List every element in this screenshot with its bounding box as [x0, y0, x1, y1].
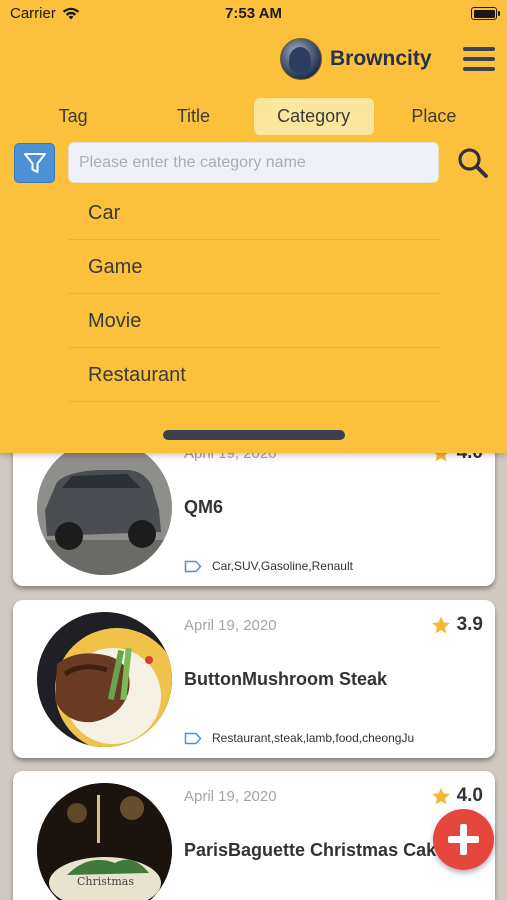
tab-tag[interactable]: Tag: [13, 98, 133, 135]
category-item-game[interactable]: Game: [68, 240, 440, 294]
category-item-restaurant[interactable]: Restaurant: [68, 348, 440, 402]
post-title: ParisBaguette Christmas Cake: [184, 840, 447, 860]
svg-text:Christmas: Christmas: [77, 875, 134, 888]
filter-icon: [23, 153, 46, 173]
user-profile[interactable]: Browncity: [280, 38, 432, 80]
post-card[interactable]: April 19, 2020 3.9 ButtonMushroom Steak …: [13, 600, 495, 758]
tab-title[interactable]: Title: [133, 98, 253, 135]
post-photo: Christmas: [37, 783, 172, 900]
search-type-tabs: Tag Title Category Place: [13, 98, 494, 135]
battery-icon: [471, 7, 500, 20]
post-title: ButtonMushroom Steak: [184, 669, 388, 689]
post-photo: [37, 440, 172, 575]
tags-text: Car,SUV,Gasoline,Renault: [212, 559, 353, 573]
panel-drag-handle[interactable]: [163, 430, 345, 440]
add-post-button[interactable]: [433, 809, 494, 870]
post-rating: 3.9: [431, 614, 483, 636]
star-icon: [431, 616, 450, 634]
post-tags: Car,SUV,Gasoline,Renault: [184, 559, 353, 573]
post-photo: [37, 612, 172, 747]
post-tags: Restaurant,steak,lamb,food,cheongJu: [184, 731, 414, 745]
search-panel: Carrier 7:53 AM Browncity Tag Title Cate…: [0, 0, 507, 453]
tag-icon: [184, 560, 202, 572]
search-input[interactable]: [68, 142, 439, 183]
post-rating: 4.0: [431, 785, 483, 807]
menu-icon[interactable]: [463, 47, 495, 71]
tag-icon: [184, 732, 202, 744]
star-icon: [431, 787, 450, 805]
status-bar: Carrier 7:53 AM: [0, 0, 507, 28]
rating-value: 3.9: [456, 614, 483, 635]
post-date: April 19, 2020: [184, 617, 277, 634]
post-card[interactable]: Christmas April 19, 2020 4.0 ParisBaguet…: [13, 771, 495, 900]
search-icon: [458, 148, 488, 178]
category-item-movie[interactable]: Movie: [68, 294, 440, 348]
filter-button[interactable]: [14, 143, 55, 183]
tab-category[interactable]: Category: [253, 98, 374, 135]
username: Browncity: [330, 47, 432, 70]
tab-place[interactable]: Place: [374, 98, 494, 135]
post-date: April 19, 2020: [184, 788, 277, 805]
category-list: Car Game Movie Restaurant: [68, 186, 440, 402]
avatar: [280, 38, 322, 80]
tags-text: Restaurant,steak,lamb,food,cheongJu: [212, 731, 415, 745]
post-title: QM6: [184, 497, 224, 517]
category-item-car[interactable]: Car: [68, 186, 440, 240]
search-button[interactable]: [453, 143, 493, 183]
status-time: 7:53 AM: [225, 5, 282, 22]
rating-value: 4.0: [456, 785, 483, 806]
